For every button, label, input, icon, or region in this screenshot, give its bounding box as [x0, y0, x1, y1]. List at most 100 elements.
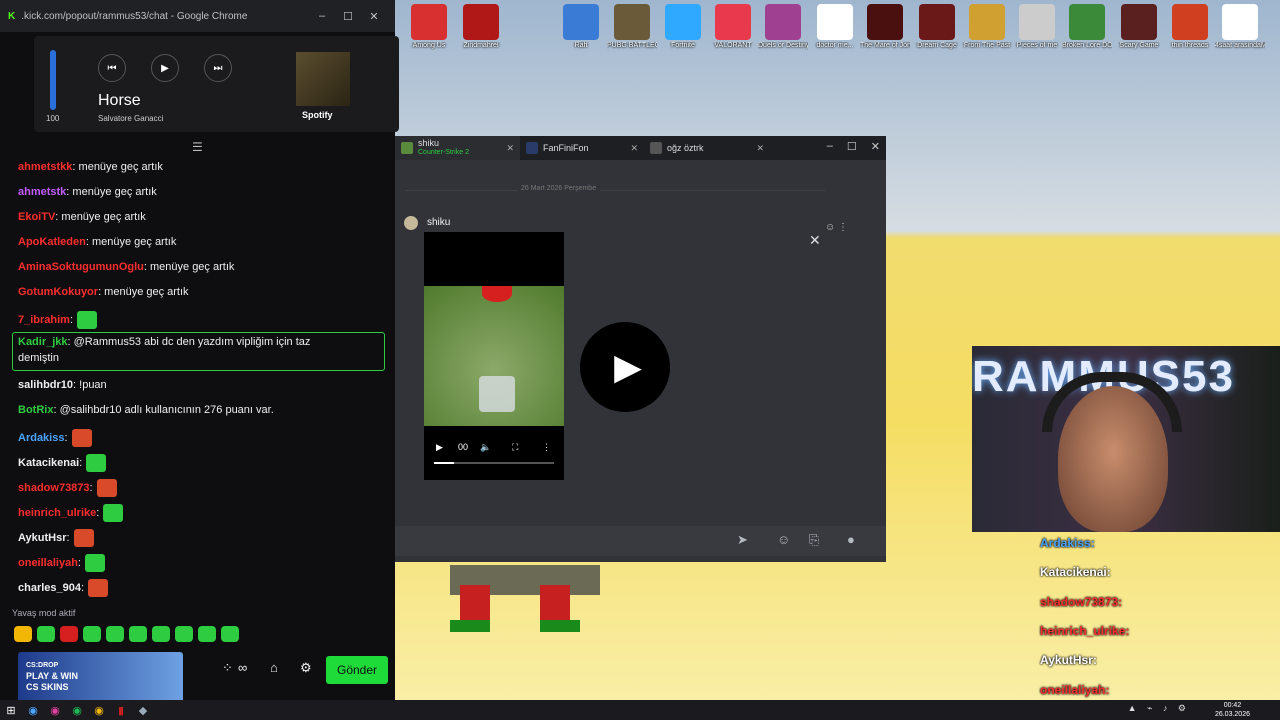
fullscreen-icon[interactable]: ⛶	[512, 442, 518, 453]
send-icon[interactable]: ➤	[737, 532, 748, 548]
desktop-shortcut[interactable]: Dream Cage	[912, 4, 962, 50]
chat-username[interactable]: oneillaliyah	[18, 557, 78, 569]
emote-button[interactable]	[83, 626, 101, 642]
volume-icon[interactable]: 🔈	[480, 442, 491, 453]
chat-username[interactable]: 7_ibrahim	[18, 314, 70, 326]
tab-title: FanFiniFon	[543, 142, 589, 153]
emote-button[interactable]	[106, 626, 124, 642]
chat-message: demiştin	[18, 352, 59, 364]
discord-tab[interactable]: oğz öztrk ✕	[644, 136, 770, 160]
close-button[interactable]: ✕	[871, 140, 880, 153]
emote-picker-icon[interactable]: ⁘	[222, 660, 233, 676]
video-frame	[424, 286, 564, 426]
close-tab-icon[interactable]: ✕	[756, 143, 764, 154]
emote-button[interactable]	[14, 626, 32, 642]
desktop-shortcut[interactable]: Among Us	[404, 4, 454, 50]
emote-button[interactable]	[37, 626, 55, 642]
steam-taskbar-icon[interactable]: ◆	[132, 700, 154, 720]
emote-button[interactable]	[152, 626, 170, 642]
close-button[interactable]: ✕	[361, 10, 387, 23]
desktop-shortcut[interactable]: Raft	[556, 4, 606, 50]
video-embed[interactable]: ▶ 00 🔈 ⛶ ⋮	[424, 232, 564, 480]
desktop-shortcut[interactable]: VALORANT	[708, 4, 758, 50]
game-character	[450, 565, 600, 632]
desktop-shortcut[interactable]: thin threads	[1165, 4, 1215, 50]
close-embed-button[interactable]: ✕	[809, 232, 821, 249]
chat-username[interactable]: AykutHsr	[18, 532, 67, 544]
discord-tab[interactable]: FanFiniFon ✕	[520, 136, 644, 160]
big-play-button[interactable]: ▶	[580, 322, 670, 412]
emoji-icon[interactable]: ☺	[777, 532, 790, 547]
chat-username[interactable]: GotumKokuyor	[18, 286, 98, 298]
chat-username[interactable]: salihbdr10	[18, 379, 73, 391]
chat-username[interactable]: Ardakiss	[18, 432, 64, 444]
desktop-shortcut[interactable]: PUBG BATTLEGR...	[607, 4, 657, 50]
taskbar-app-icon[interactable]: ◉	[22, 700, 44, 720]
desktop-shortcut[interactable]: Zindmahrel	[456, 4, 506, 50]
spotify-taskbar-icon[interactable]: ◉	[66, 700, 88, 720]
video-progress[interactable]	[434, 462, 554, 464]
cs-drop-ad[interactable]: CS:DROP PLAY & WIN CS SKINS	[18, 652, 183, 704]
chat-username[interactable]: Kadir_jkk	[18, 336, 68, 348]
system-tray[interactable]: ▲ ⌁ ♪ ⚙	[1128, 703, 1190, 714]
close-tab-icon[interactable]: ✕	[506, 143, 514, 154]
store-icon[interactable]: ⌂	[270, 660, 278, 675]
desktop-shortcut[interactable]: Scary Game	[1114, 4, 1164, 50]
chat-username[interactable]: Katacikenai	[18, 457, 79, 469]
taskbar-app-icon[interactable]: ▮	[110, 700, 132, 720]
play-button[interactable]: ▶	[151, 54, 179, 82]
maximize-button[interactable]: ☐	[335, 10, 361, 23]
filter-icon[interactable]: ☰	[192, 140, 203, 154]
chat-username[interactable]: AminaSoktugumunOglu	[18, 261, 144, 273]
emote-button[interactable]	[60, 626, 78, 642]
desktop-shortcut[interactable]: 4saat arasindaMP3	[1215, 4, 1265, 50]
chat-username[interactable]: shadow73873	[18, 482, 90, 494]
avatar[interactable]	[404, 216, 418, 230]
microphone-icon[interactable]: ●	[847, 532, 855, 547]
chat-username[interactable]: charles_904	[18, 582, 81, 594]
chat-message: heinrich_ulrike:	[18, 504, 124, 522]
emote-button[interactable]	[175, 626, 193, 642]
desktop-shortcut[interactable]: Pieces of me	[1012, 4, 1062, 50]
maximize-button[interactable]: ☐	[847, 140, 857, 153]
discord-tab-bar: shiku Counter-Strike 2 ✕ FanFiniFon ✕ oğz özt…	[395, 136, 886, 160]
desktop-shortcut-label: thin threads	[1171, 42, 1209, 49]
message-composer[interactable]: ➤ ☺ ⎘ ●	[395, 526, 886, 556]
clock[interactable]: 00:42 26.03.2026	[1215, 701, 1250, 719]
close-tab-icon[interactable]: ✕	[630, 143, 638, 154]
chat-username[interactable]: ahmetstk	[18, 186, 66, 198]
next-track-button[interactable]: ⏭	[204, 54, 232, 82]
chat-username[interactable]: BotRix	[18, 404, 53, 416]
chat-username[interactable]: EkoiTV	[18, 211, 55, 223]
previous-track-button[interactable]: ⏮	[98, 54, 126, 82]
desktop-shortcut-icon	[1222, 4, 1258, 40]
discord-tab[interactable]: shiku Counter-Strike 2 ✕	[395, 136, 520, 160]
desktop-shortcut[interactable]: The Mare of Jonah	[860, 4, 910, 50]
taskbar-app-icon[interactable]: ◉	[44, 700, 66, 720]
minimize-button[interactable]: –	[827, 140, 833, 153]
gear-icon[interactable]: ⚙	[300, 660, 312, 676]
chrome-taskbar-icon[interactable]: ◉	[88, 700, 110, 720]
video-play-icon[interactable]: ▶	[436, 442, 443, 453]
desktop-shortcut[interactable]: Fortnite	[658, 4, 708, 50]
message-author[interactable]: shiku	[427, 217, 450, 228]
desktop-shortcut[interactable]: Broken Lore DONT W...	[1062, 4, 1112, 50]
volume-slider[interactable]	[50, 50, 56, 110]
minimize-button[interactable]: –	[309, 10, 335, 22]
emote-button[interactable]	[129, 626, 147, 642]
send-button[interactable]: Gönder	[326, 656, 388, 684]
emote-button[interactable]	[198, 626, 216, 642]
emote-button[interactable]	[221, 626, 239, 642]
chat-username[interactable]: heinrich_ulrike	[18, 507, 96, 519]
message-tools[interactable]: ☺ ⋮	[825, 222, 848, 233]
more-options-icon[interactable]: ⋮	[542, 442, 551, 453]
desktop-shortcut[interactable]: From The Past	[962, 4, 1012, 50]
chat-username[interactable]: ApoKatleden	[18, 236, 86, 248]
windows-start-icon[interactable]: ⊞	[0, 700, 22, 720]
desktop-shortcut[interactable]: Duels or Destiny Ki...	[758, 4, 808, 50]
attach-icon[interactable]: ⎘	[809, 532, 819, 548]
infinity-icon[interactable]: ∞	[238, 660, 247, 675]
desktop-shortcut[interactable]: doctor me...	[810, 4, 860, 50]
clock-date: 26.03.2026	[1214, 711, 1250, 718]
chat-username[interactable]: ahmetstkk	[18, 161, 72, 173]
